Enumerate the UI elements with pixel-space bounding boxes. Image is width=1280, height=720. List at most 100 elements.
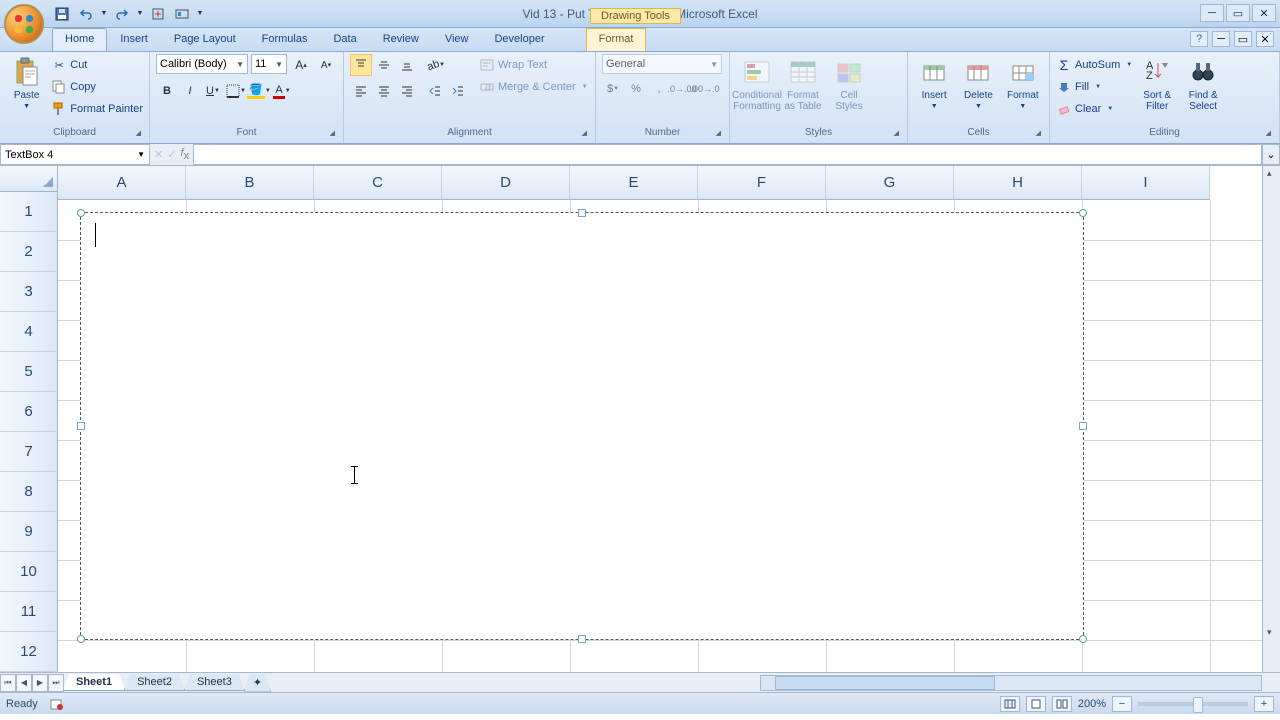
find-select-button[interactable]: Find & Select [1182, 54, 1224, 112]
column-header[interactable]: D [442, 166, 570, 200]
row-header[interactable]: 6 [0, 392, 58, 432]
tab-insert[interactable]: Insert [107, 28, 161, 51]
sheet-tab-2[interactable]: Sheet2 [124, 674, 185, 691]
increase-indent-button[interactable] [447, 80, 469, 102]
tab-review[interactable]: Review [370, 28, 432, 51]
textbox-shape[interactable] [80, 212, 1084, 640]
cancel-formula-icon[interactable]: ✕ [154, 148, 163, 161]
resize-handle-w[interactable] [77, 422, 85, 430]
resize-handle-nw[interactable] [77, 209, 85, 217]
view-normal-button[interactable] [1000, 696, 1020, 712]
row-header[interactable]: 9 [0, 512, 58, 552]
row-header[interactable]: 1 [0, 192, 58, 232]
tab-data[interactable]: Data [320, 28, 369, 51]
workbook-restore-button[interactable]: ▭ [1234, 31, 1252, 47]
tab-home[interactable]: Home [52, 28, 107, 51]
sheet-nav-last[interactable]: ⏭ [48, 674, 64, 692]
expand-formula-bar-button[interactable]: ⌄ [1262, 144, 1280, 165]
maximize-button[interactable]: ▭ [1226, 4, 1250, 22]
row-header[interactable]: 2 [0, 232, 58, 272]
merge-center-button[interactable]: aMerge & Center▼ [479, 76, 588, 98]
decrease-font-icon[interactable]: A▾ [315, 54, 337, 76]
sheet-tab-1[interactable]: Sheet1 [63, 674, 125, 691]
fill-color-button[interactable]: 🪣▼ [248, 80, 270, 102]
resize-handle-se[interactable] [1079, 635, 1087, 643]
column-header[interactable]: F [698, 166, 826, 200]
qat-custom2-icon[interactable] [172, 4, 192, 24]
new-sheet-button[interactable]: ✦ [244, 674, 271, 692]
align-bottom-button[interactable] [396, 54, 418, 76]
align-middle-button[interactable] [373, 54, 395, 76]
bold-button[interactable]: B [156, 80, 178, 102]
format-painter-button[interactable]: Format Painter [51, 98, 143, 120]
macro-record-icon[interactable] [50, 697, 64, 711]
name-box[interactable]: TextBox 4▼ [0, 144, 150, 165]
select-all-corner[interactable] [0, 166, 58, 192]
font-color-button[interactable]: A▼ [271, 80, 293, 102]
column-header[interactable]: B [186, 166, 314, 200]
increase-font-icon[interactable]: A▴ [290, 54, 312, 76]
insert-cells-button[interactable]: Insert▼ [914, 54, 954, 110]
row-header[interactable]: 10 [0, 552, 58, 592]
resize-handle-e[interactable] [1079, 422, 1087, 430]
align-right-button[interactable] [396, 80, 418, 102]
italic-button[interactable]: I [179, 80, 201, 102]
save-icon[interactable] [52, 4, 72, 24]
delete-cells-button[interactable]: Delete▼ [958, 54, 998, 110]
border-button[interactable]: ▼ [225, 80, 247, 102]
tab-view[interactable]: View [432, 28, 482, 51]
sheet-tab-3[interactable]: Sheet3 [184, 674, 245, 691]
fx-icon[interactable]: fx [180, 147, 189, 162]
resize-handle-n[interactable] [578, 209, 586, 217]
zoom-out-button[interactable]: − [1112, 696, 1132, 712]
row-header[interactable]: 8 [0, 472, 58, 512]
fill-button[interactable]: Fill▼ [1056, 76, 1132, 98]
column-header[interactable]: I [1082, 166, 1210, 200]
undo-icon[interactable] [76, 4, 96, 24]
close-button[interactable]: ✕ [1252, 4, 1276, 22]
enter-formula-icon[interactable]: ✓ [167, 148, 176, 161]
column-header[interactable]: A [58, 166, 186, 200]
formula-input[interactable] [193, 144, 1262, 165]
autosum-button[interactable]: ΣAutoSum▼ [1056, 54, 1132, 76]
font-size-selector[interactable]: 11▼ [251, 54, 287, 74]
sheet-nav-prev[interactable]: ◀ [16, 674, 32, 692]
resize-handle-ne[interactable] [1079, 209, 1087, 217]
redo-dropdown-icon[interactable]: ▼ [136, 4, 144, 24]
zoom-level[interactable]: 200% [1078, 698, 1106, 710]
format-as-table-button[interactable]: Format as Table [782, 54, 824, 112]
zoom-slider[interactable] [1138, 702, 1248, 706]
cell-styles-button[interactable]: Cell Styles [828, 54, 870, 112]
row-header[interactable]: 7 [0, 432, 58, 472]
copy-button[interactable]: Copy [51, 76, 143, 98]
qat-customize-icon[interactable]: ▼ [196, 4, 204, 24]
tab-format[interactable]: Format [586, 28, 647, 51]
workbook-minimize-button[interactable]: ─ [1212, 31, 1230, 47]
resize-handle-sw[interactable] [77, 635, 85, 643]
paste-button[interactable]: Paste ▼ [6, 54, 47, 110]
column-header[interactable]: G [826, 166, 954, 200]
redo-icon[interactable] [112, 4, 132, 24]
vertical-scrollbar[interactable] [1262, 166, 1280, 672]
align-center-button[interactable] [373, 80, 395, 102]
office-button[interactable] [4, 4, 44, 44]
percent-button[interactable]: % [625, 78, 647, 100]
format-cells-button[interactable]: Format▼ [1003, 54, 1043, 110]
align-left-button[interactable] [350, 80, 372, 102]
row-header[interactable]: 3 [0, 272, 58, 312]
orientation-button[interactable]: ab▼ [424, 54, 446, 76]
undo-dropdown-icon[interactable]: ▼ [100, 4, 108, 24]
tab-page-layout[interactable]: Page Layout [161, 28, 249, 51]
cut-button[interactable]: ✂Cut [51, 54, 143, 76]
row-header[interactable]: 5 [0, 352, 58, 392]
conditional-formatting-button[interactable]: Conditional Formatting [736, 54, 778, 112]
view-page-layout-button[interactable] [1026, 696, 1046, 712]
number-format-selector[interactable]: General▼ [602, 54, 722, 74]
align-top-button[interactable] [350, 54, 372, 76]
row-header[interactable]: 4 [0, 312, 58, 352]
tab-formulas[interactable]: Formulas [249, 28, 321, 51]
column-header[interactable]: H [954, 166, 1082, 200]
cells-area[interactable] [58, 200, 1262, 672]
clear-button[interactable]: Clear▼ [1056, 98, 1132, 120]
tab-developer[interactable]: Developer [481, 28, 557, 51]
